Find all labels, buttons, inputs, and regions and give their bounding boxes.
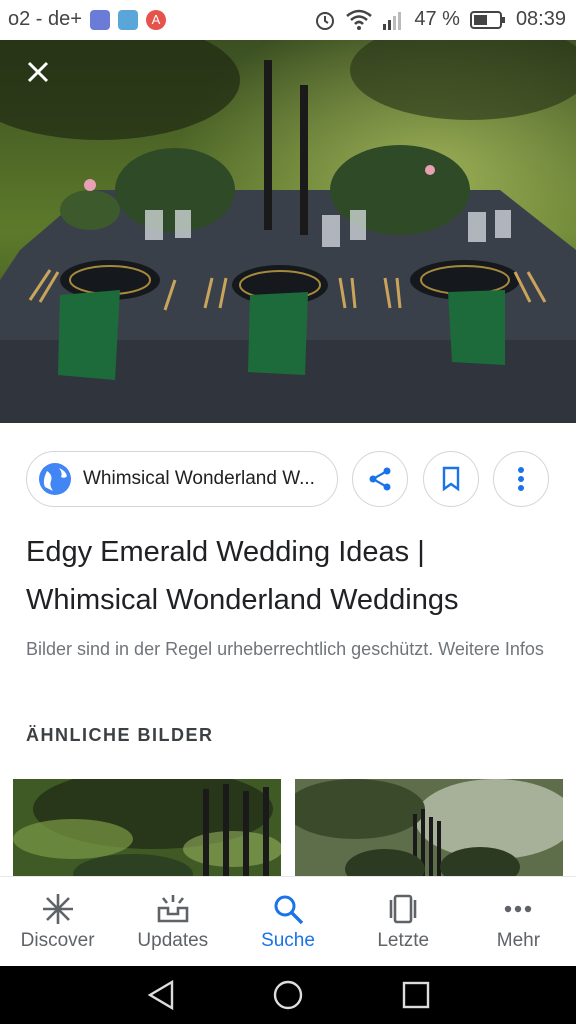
- nav-search[interactable]: Suche: [230, 877, 345, 967]
- back-icon[interactable]: [147, 979, 174, 1011]
- status-bar: o2 - de+ A 47 % 08:39: [0, 0, 576, 40]
- alarm-icon: [316, 11, 335, 30]
- source-row: Whimsical Wonderland W...: [26, 451, 556, 509]
- nav-more-label: Mehr: [496, 930, 541, 951]
- source-name: Whimsical Wonderland W...: [83, 468, 315, 489]
- gallery-icon: [89, 9, 110, 30]
- home-icon[interactable]: [273, 980, 303, 1010]
- battery-percent: 47 %: [414, 8, 460, 30]
- image-title[interactable]: Edgy Emerald Wedding Ideas | Whimsical W…: [26, 528, 546, 624]
- hero-image[interactable]: [0, 40, 576, 423]
- carrier-label: o2 - de+: [8, 8, 82, 30]
- nav-recent-label: Letzte: [377, 930, 430, 951]
- nav-discover[interactable]: Discover: [0, 877, 115, 967]
- more-vert-icon: [518, 467, 524, 491]
- bookmark-icon: [442, 466, 460, 492]
- search-icon: [274, 895, 304, 925]
- a-icon: A: [145, 9, 166, 30]
- globe-icon: [39, 463, 71, 495]
- similar-image-thumbnail[interactable]: [13, 779, 281, 876]
- share-button[interactable]: [352, 451, 408, 507]
- copyright-notice[interactable]: Bilder sind in der Regel urheberrechtlic…: [26, 633, 546, 665]
- nav-updates[interactable]: Updates: [115, 877, 230, 967]
- battery-icon: [469, 10, 505, 29]
- signal-icon: [383, 11, 402, 30]
- nav-more[interactable]: Mehr: [461, 877, 576, 967]
- save-button[interactable]: [423, 451, 479, 507]
- asterisk-icon: [42, 894, 73, 924]
- updates-icon: [157, 895, 189, 923]
- more-options-button[interactable]: [493, 451, 549, 507]
- photos-icon: [117, 9, 138, 30]
- nav-updates-label: Updates: [137, 930, 209, 951]
- close-icon: [27, 61, 49, 83]
- bottom-navigation: Discover Updates Suche Letzte Mehr: [0, 876, 576, 967]
- system-navigation-bar: [0, 966, 576, 1024]
- close-button[interactable]: [20, 58, 56, 94]
- similar-images-heading: ÄHNLICHE BILDER: [26, 725, 214, 745]
- nav-discover-label: Discover: [20, 930, 95, 951]
- source-chip[interactable]: Whimsical Wonderland W...: [26, 451, 338, 507]
- nav-recent[interactable]: Letzte: [346, 877, 461, 967]
- recents-icon[interactable]: [402, 981, 430, 1009]
- nav-search-label: Suche: [261, 930, 315, 951]
- similar-image-thumbnail[interactable]: [295, 779, 563, 876]
- wifi-icon: [346, 9, 373, 30]
- table-setting-photo: [0, 40, 576, 423]
- clock: 08:39: [515, 8, 566, 30]
- more-icon: [505, 905, 532, 913]
- share-icon: [369, 467, 391, 491]
- recent-icon: [389, 894, 417, 924]
